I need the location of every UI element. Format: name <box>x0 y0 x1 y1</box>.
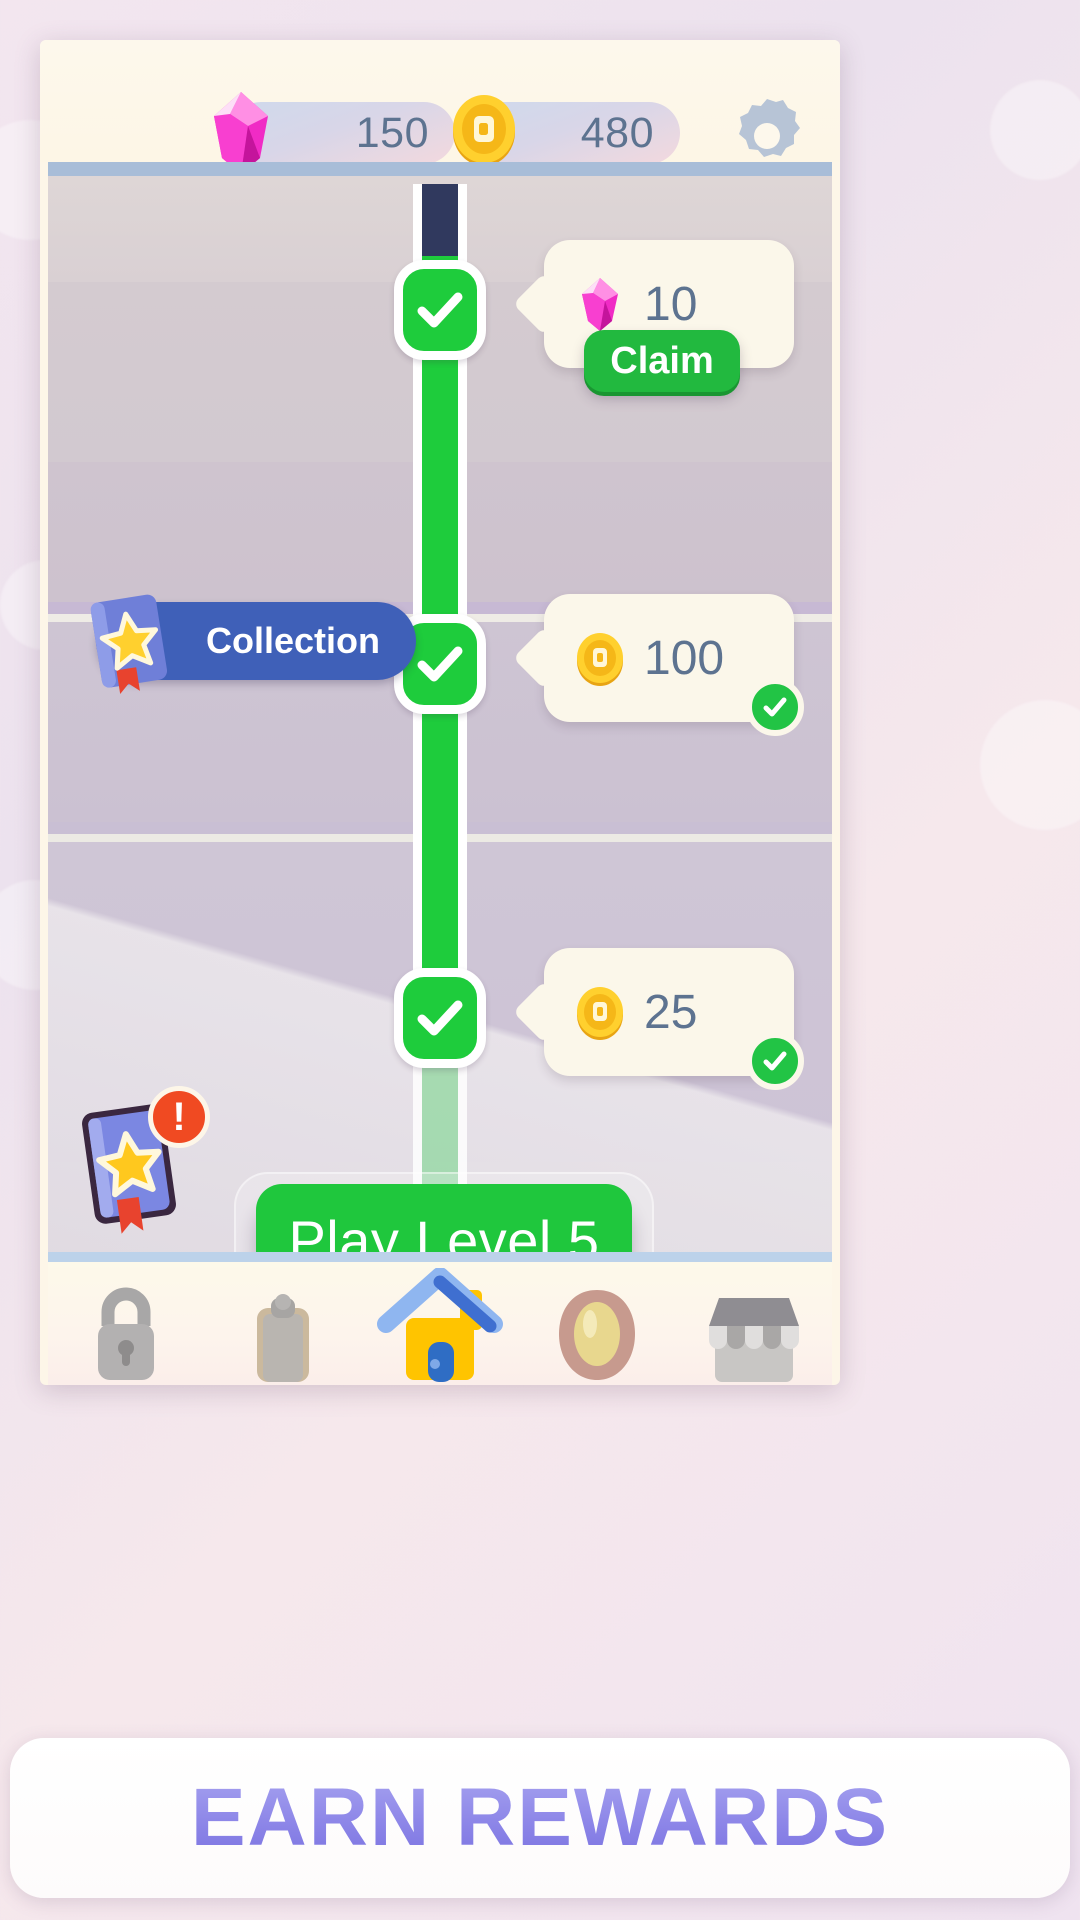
nav-item-home[interactable] <box>365 1264 515 1384</box>
top-bar: 150 480 <box>40 40 840 162</box>
nav-item-decor[interactable] <box>522 1264 672 1384</box>
level-node-1[interactable] <box>394 260 486 360</box>
alert-badge: ! <box>148 1086 210 1148</box>
reward-bubble-3[interactable]: 25 <box>544 948 794 1076</box>
coin-icon <box>572 628 628 688</box>
reward-bubble-2[interactable]: 100 <box>544 594 794 722</box>
nav-item-tasks[interactable] <box>208 1264 358 1384</box>
check-icon <box>760 1046 790 1076</box>
lock-icon <box>78 1280 174 1384</box>
reward-amount: 10 <box>644 277 697 332</box>
play-level-button[interactable]: Play Level 5 <box>256 1184 632 1252</box>
banner-title: EARN REWARDS <box>191 1771 889 1865</box>
level-map: 10 Claim 100 <box>48 162 832 1252</box>
reward-claimed-badge <box>746 1032 804 1090</box>
gem-icon <box>572 274 628 334</box>
check-icon <box>412 990 468 1046</box>
collection-book-badge[interactable]: ! <box>66 1092 206 1242</box>
gem-counter[interactable]: 150 <box>230 102 455 164</box>
check-icon <box>760 692 790 722</box>
wallpaper-deco <box>990 80 1080 180</box>
reward-amount: 25 <box>644 985 697 1040</box>
level-node-3[interactable] <box>394 968 486 1068</box>
reward-claimed-badge <box>746 678 804 736</box>
reward-amount: 100 <box>644 631 724 686</box>
collection-button[interactable]: Collection <box>96 602 416 680</box>
collection-label: Collection <box>206 620 380 662</box>
gem-count: 150 <box>356 109 429 158</box>
nav-item-shop[interactable] <box>679 1264 829 1384</box>
home-icon <box>376 1268 504 1384</box>
clipboard-icon <box>235 1280 331 1384</box>
check-icon <box>412 282 468 338</box>
coin-count: 480 <box>581 109 654 158</box>
shop-icon <box>699 1280 809 1384</box>
wallpaper-deco <box>980 700 1080 830</box>
path-track-locked <box>413 184 467 256</box>
book-star-icon <box>74 584 186 696</box>
check-icon <box>412 636 468 692</box>
coin-icon <box>572 982 628 1042</box>
mirror-icon <box>549 1280 645 1384</box>
nav-item-locked[interactable] <box>51 1264 201 1384</box>
bottom-navbar <box>48 1252 832 1385</box>
earn-rewards-banner[interactable]: EARN REWARDS <box>10 1738 1070 1898</box>
coin-icon <box>446 92 522 168</box>
game-screen: 150 480 <box>40 40 840 1385</box>
claim-button[interactable]: Claim <box>584 330 740 392</box>
coin-counter[interactable]: 480 <box>470 102 680 164</box>
